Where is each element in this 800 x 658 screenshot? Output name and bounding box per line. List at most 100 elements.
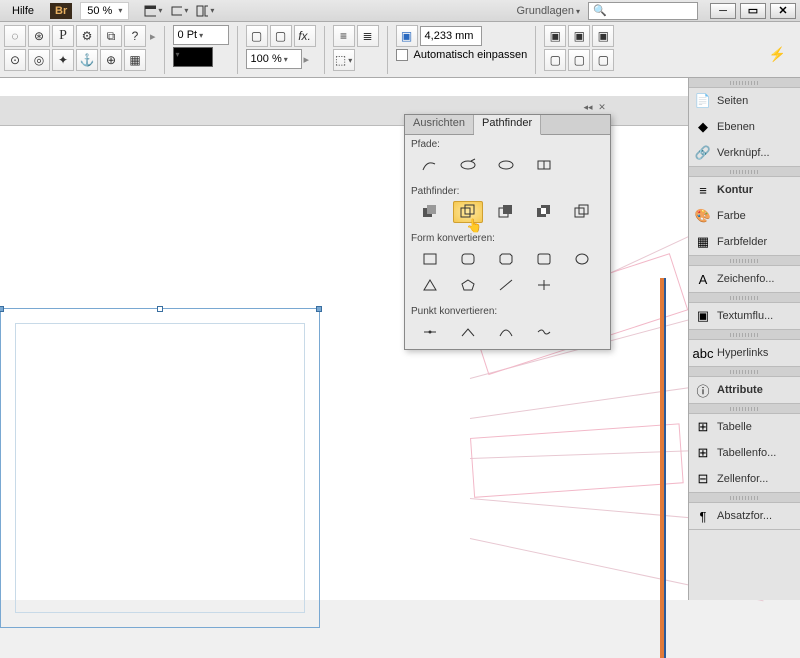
frame-fit-icon[interactable]: ▢ <box>568 49 590 71</box>
tool-icon[interactable]: ◎ <box>28 49 50 71</box>
close-path-icon[interactable] <box>491 154 521 176</box>
text-align-icon[interactable]: ≣ <box>357 25 379 47</box>
dock-icon: ▦ <box>695 234 711 250</box>
dock-item-hyperlinks[interactable]: abcHyperlinks <box>689 340 800 366</box>
close-button[interactable]: ✕ <box>770 3 796 19</box>
lightning-icon[interactable]: ⚡ <box>769 46 786 63</box>
view-options-dropdown[interactable] <box>143 2 163 20</box>
dock-item-absatzfor[interactable]: ¶Absatzfor... <box>689 503 800 529</box>
rect-shape-icon[interactable] <box>415 248 445 270</box>
triangle-shape-icon[interactable] <box>415 274 445 296</box>
tool-icon[interactable]: ⊙ <box>4 49 26 71</box>
symmetrical-point-icon[interactable] <box>529 321 559 343</box>
dock-label: Attribute <box>717 384 763 396</box>
fit-frame-icon[interactable]: ▣ <box>396 25 418 47</box>
type-tool-icon[interactable]: P <box>52 25 74 47</box>
subtract-shapes-icon[interactable] <box>453 201 483 223</box>
join-path-icon[interactable] <box>415 154 445 176</box>
tab-pathfinder[interactable]: Pathfinder <box>474 115 541 135</box>
dock-item-tabelle[interactable]: ⊞Tabelle <box>689 414 800 440</box>
dock-icon: ≡ <box>695 182 711 198</box>
search-icon: 🔍 <box>593 4 607 17</box>
tool-icon[interactable]: ◌ <box>4 25 26 47</box>
frame-fit-icon[interactable]: ▣ <box>544 25 566 47</box>
autofit-checkbox[interactable] <box>396 49 408 61</box>
text-align-icon[interactable]: ≡ <box>333 25 355 47</box>
maximize-button[interactable]: ▭ <box>740 3 766 19</box>
tool-icon[interactable]: ⊕ <box>100 49 122 71</box>
open-path-icon[interactable] <box>453 154 483 176</box>
minimize-button[interactable]: ─ <box>710 3 736 19</box>
screen-mode-dropdown[interactable] <box>169 2 189 20</box>
zoom-level-dropdown[interactable]: 50 % <box>80 2 129 20</box>
tool-icon[interactable]: ⧉ <box>100 25 122 47</box>
search-input[interactable]: 🔍 <box>588 2 698 20</box>
smooth-point-icon[interactable] <box>491 321 521 343</box>
intersect-shapes-icon[interactable] <box>491 201 521 223</box>
dock-label: Textumflu... <box>717 310 773 322</box>
dock-icon: A <box>695 271 711 287</box>
fx-icon[interactable]: fx. <box>294 25 316 47</box>
workspace-switcher[interactable]: Grundlagen <box>508 3 588 19</box>
effects-icon[interactable]: ▢ <box>270 25 292 47</box>
dock-label: Seiten <box>717 95 748 107</box>
tab-align[interactable]: Ausrichten <box>405 115 474 134</box>
dock-item-verknpf[interactable]: 🔗Verknüpf... <box>689 140 800 166</box>
add-shapes-icon[interactable] <box>415 201 445 223</box>
stroke-color-swatch[interactable] <box>173 47 213 67</box>
dock-icon: ¶ <box>695 508 711 524</box>
resize-handle[interactable] <box>316 306 322 312</box>
resize-handle[interactable] <box>157 306 163 312</box>
reverse-path-icon[interactable] <box>529 154 559 176</box>
tool-icon[interactable]: ⊛ <box>28 25 50 47</box>
panel-close-icon[interactable]: ✕ <box>596 101 608 113</box>
dock-item-seiten[interactable]: 📄 Seiten <box>689 88 800 114</box>
roundrect-shape-icon[interactable] <box>453 248 483 270</box>
frame-fit-icon[interactable]: ▢ <box>544 49 566 71</box>
tool-icon[interactable]: ✦ <box>52 49 74 71</box>
text-wrap-dropdown[interactable]: ⬚ <box>333 49 355 71</box>
tool-icon[interactable]: ⚙ <box>76 25 98 47</box>
bevel-shape-icon[interactable] <box>491 248 521 270</box>
dock-item-kontur[interactable]: ≡Kontur <box>689 177 800 203</box>
width-input[interactable]: 4,233 mm <box>420 26 482 46</box>
arrange-dropdown[interactable] <box>195 2 215 20</box>
stroke-weight-input[interactable]: 0 Pt <box>173 25 229 45</box>
dock-item-textumflu[interactable]: ▣Textumflu... <box>689 303 800 329</box>
frame-fit-icon[interactable]: ▣ <box>568 25 590 47</box>
corner-point-icon[interactable] <box>453 321 483 343</box>
opacity-input[interactable]: 100 % <box>246 49 302 69</box>
panel-collapse-icon[interactable]: ◂◂ <box>582 101 594 113</box>
inverse-round-icon[interactable] <box>529 248 559 270</box>
bridge-button[interactable]: Br <box>50 3 72 19</box>
dock-icon: ⓘ <box>695 382 711 398</box>
dock-item-zellenfor[interactable]: ⊟Zellenfor... <box>689 466 800 492</box>
dock-item-farbfelder[interactable]: ▦ Farbfelder <box>689 229 800 255</box>
selected-frame[interactable] <box>0 308 320 628</box>
line-shape-icon[interactable] <box>491 274 521 296</box>
resize-handle[interactable] <box>0 306 4 312</box>
exclude-shapes-icon[interactable] <box>529 201 559 223</box>
dock-item-ebenen[interactable]: ◆Ebenen <box>689 114 800 140</box>
dock-icon: 📄 <box>695 93 711 109</box>
polygon-shape-icon[interactable] <box>453 274 483 296</box>
tool-icon[interactable]: ▦ <box>124 49 146 71</box>
help-menu[interactable]: Hilfe <box>4 3 42 19</box>
help-icon[interactable]: ? <box>124 25 146 47</box>
frame-fit-icon[interactable]: ▢ <box>592 49 614 71</box>
autofit-label: Automatisch einpassen <box>414 49 528 61</box>
plain-point-icon[interactable] <box>415 321 445 343</box>
dock-item-tabellenfo[interactable]: ⊞Tabellenfo... <box>689 440 800 466</box>
ellipse-shape-icon[interactable] <box>567 248 597 270</box>
section-label: Form konvertieren: <box>411 233 604 244</box>
minus-back-icon[interactable] <box>567 201 597 223</box>
dock-item-farbe[interactable]: 🎨Farbe <box>689 203 800 229</box>
frame-fit-icon[interactable]: ▣ <box>592 25 614 47</box>
dock-item-zeichenfo[interactable]: AZeichenfo... <box>689 266 800 292</box>
orthogonal-line-icon[interactable] <box>529 274 559 296</box>
dock-item-attribute[interactable]: ⓘ Attribute <box>689 377 800 403</box>
dock-icon: ⊞ <box>695 419 711 435</box>
tool-icon[interactable]: ⚓ <box>76 49 98 71</box>
dock-label: Farbfelder <box>717 236 767 248</box>
effects-icon[interactable]: ▢ <box>246 25 268 47</box>
